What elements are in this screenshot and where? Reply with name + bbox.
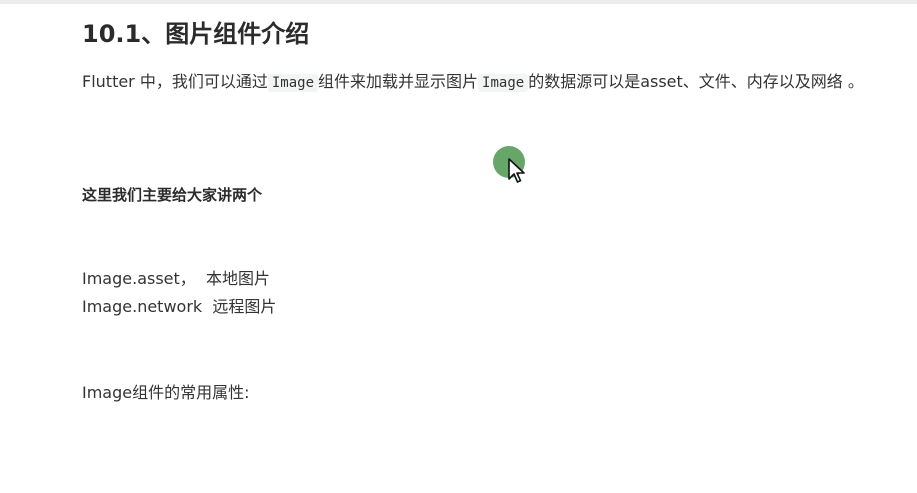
intro-text-2: 组件来加载并显示图片 <box>318 72 479 91</box>
mouse-pointer-icon <box>508 158 525 183</box>
inline-code-image-2: Image <box>478 74 529 92</box>
list-item-image-network: Image.network 远程图片 <box>82 297 277 316</box>
properties-heading: Image组件的常用属性: <box>82 383 250 402</box>
inline-code-image-1: Image <box>267 74 319 92</box>
document-body: 10.1、图片组件介绍 Flutter 中，我们可以通过 Image 组件来加载并显… <box>0 0 917 493</box>
intro-paragraph: Flutter 中，我们可以通过 Image 组件来加载并显示图片 Image 的数据源… <box>82 68 882 97</box>
section-subheading: 这里我们主要给大家讲两个 <box>82 186 263 204</box>
intro-text-1: Flutter 中，我们可以通过 <box>82 72 268 91</box>
list-item-image-asset: Image.asset， 本地图片 <box>82 269 270 288</box>
intro-text-3: 的数据源可以是asset、文件、内存以及网络 。 <box>528 72 864 91</box>
page-title: 10.1、图片组件介绍 <box>82 20 310 48</box>
